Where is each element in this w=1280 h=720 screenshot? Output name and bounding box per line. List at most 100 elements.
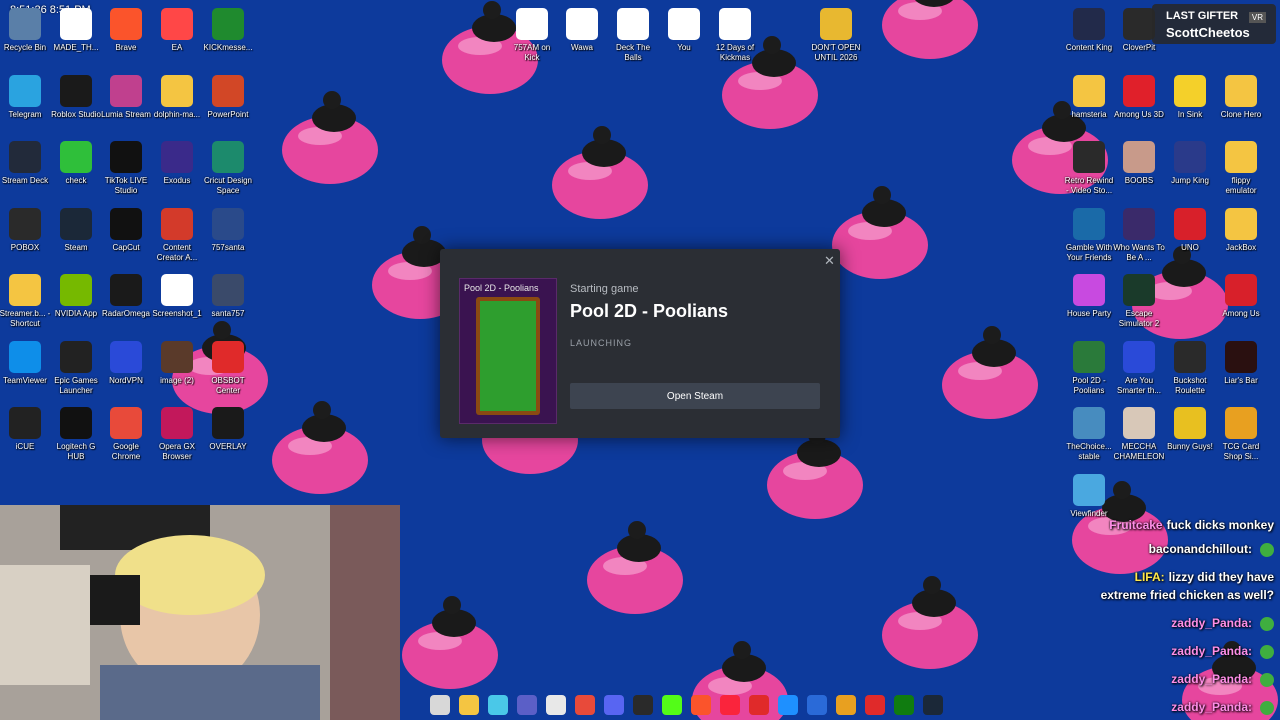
close-icon[interactable]: ✕ [824,253,835,269]
pink-ball-figure [882,576,978,669]
store-icon[interactable] [546,695,566,715]
xbox-icon[interactable] [894,695,914,715]
desktop-icon[interactable]: Retro Rewind - Video Sto... [1063,141,1115,196]
desktop-icon[interactable]: You [658,8,710,53]
steam-icon [60,208,92,240]
desktop-icon[interactable]: Telegram [0,75,51,120]
desktop-icon[interactable]: MADE_TH... [50,8,102,53]
desktop-icon[interactable]: Clone Hero [1215,75,1267,120]
desktop-icon[interactable]: TheChoice... stable [1063,407,1115,462]
desktop-icon[interactable]: Among Us 3D [1113,75,1165,120]
desktop-icon[interactable]: Steam [50,208,102,253]
folder-icon [161,75,193,107]
obsbot-icon[interactable] [749,695,769,715]
desktop-icon[interactable]: POBOX [0,208,51,253]
steam-icon[interactable] [923,695,943,715]
desktop-icon[interactable]: 757santa [202,208,254,253]
desktop-icon[interactable]: OBSBOT Center [202,341,254,396]
desktop-icon[interactable]: NVIDIA App [50,274,102,319]
discord-icon[interactable] [604,695,624,715]
desktop-icon[interactable]: Wawa [556,8,608,53]
desktop-icon[interactable]: TikTok LIVE Studio [100,141,152,196]
kick-icon[interactable] [662,695,682,715]
folder-icon [1225,141,1257,173]
desktop-icon[interactable]: Cricut Design Space [202,141,254,196]
roblox-studio-icon [60,75,92,107]
file-explorer-icon[interactable] [459,695,479,715]
desktop-icon[interactable]: Pool 2D - Poolians [1063,341,1115,396]
desktop-icon[interactable]: Streamer.b... - Shortcut [0,274,51,329]
desktop-icon[interactable]: hamsteria [1063,75,1115,120]
desktop-icon[interactable]: House Party [1063,274,1115,319]
desktop-icon[interactable]: Jump King [1164,141,1216,186]
teams-icon[interactable] [517,695,537,715]
desktop-icon[interactable]: TeamViewer [0,341,51,386]
desktop-icon[interactable]: Deck The Balls [607,8,659,63]
desktop-icon[interactable]: NordVPN [100,341,152,386]
desktop-icon[interactable]: 757AM on Kick [506,8,558,63]
desktop-icon[interactable]: Liar's Bar [1215,341,1267,386]
desktop-icon[interactable]: flippy emulator [1215,141,1267,196]
desktop-icon[interactable]: Are You Smarter th... [1113,341,1165,396]
desktop-icon[interactable]: PowerPoint [202,75,254,120]
pdf-icon [161,208,193,240]
desktop-icon[interactable]: Lumia Stream [100,75,152,120]
desktop-icon[interactable]: iCUE [0,407,51,452]
desktop-icon[interactable]: Opera GX Browser [151,407,203,462]
desktop-icon[interactable]: dolphin-ma... [151,75,203,120]
desktop-icon[interactable]: TCG Card Shop Si... [1215,407,1267,462]
desktop-icon-label: dolphin-ma... [153,110,201,119]
desktop-icon[interactable]: Logitech G HUB [50,407,102,462]
desktop-icon[interactable]: OVERLAY [202,407,254,452]
desktop-icon[interactable]: Content Creator A... [151,208,203,263]
desktop-icon[interactable]: Epic Games Launcher [50,341,102,396]
desktop-icon[interactable]: CapCut [100,208,152,253]
nvidia-icon [60,274,92,306]
desktop-icon[interactable]: Roblox Studio [50,75,102,120]
desktop-icon[interactable]: Buckshot Roulette [1164,341,1216,396]
desktop-icon[interactable]: RadarOmega [100,274,152,319]
desktop-icon[interactable]: Bunny Guys! [1164,407,1216,452]
desktop-icon[interactable]: DON'T OPEN UNTIL 2026 [810,8,862,63]
open-steam-button[interactable]: Open Steam [570,383,820,409]
chrome-icon[interactable] [575,695,595,715]
desktop-icon[interactable]: Screenshot_1 [151,274,203,319]
desktop-icon[interactable]: Exodus [151,141,203,186]
desktop-icon[interactable]: Brave [100,8,152,53]
desktop-icon[interactable]: Among Us [1215,274,1267,319]
copilot-icon[interactable] [488,695,508,715]
desktop-icon[interactable]: Gamble With Your Friends [1063,208,1115,263]
desktop-icon[interactable]: 12 Days of Kickmas [709,8,761,63]
obs-icon[interactable] [633,695,653,715]
game-icon[interactable] [836,695,856,715]
desktop-icon[interactable]: Content King [1063,8,1115,53]
desktop-icon[interactable]: image (2) [151,341,203,386]
desktop-icon[interactable]: check [50,141,102,186]
desktop-icon[interactable]: UNO [1164,208,1216,253]
brave-icon[interactable] [691,695,711,715]
desktop-icon[interactable]: Viewfinder [1063,474,1115,519]
desktop-icon[interactable]: In Sink [1164,75,1216,120]
desktop-icon[interactable]: Escape Simulator 2 [1113,274,1165,329]
logitech-icon [60,407,92,439]
desktop-icon[interactable]: JackBox [1215,208,1267,253]
desktop-icon[interactable]: Google Chrome [100,407,152,462]
image-icon [212,208,244,240]
desktop-icon[interactable]: Recycle Bin [0,8,51,53]
epic-games-icon [60,341,92,373]
help-icon[interactable] [778,695,798,715]
chat-username: zaddy_Panda: [1171,644,1252,658]
music-icon[interactable] [720,695,740,715]
desktop-icon[interactable]: BOOBS [1113,141,1165,186]
desktop-icon[interactable]: EA [151,8,203,53]
vr-badge: VR [1248,12,1266,23]
desktop-icon-label: 757AM on Kick [513,43,551,62]
desktop-icon[interactable]: KICKmesse... [202,8,254,53]
record-icon[interactable] [865,695,885,715]
desktop-icon[interactable]: MECCHA CHAMELEON [1113,407,1165,462]
desktop-icon[interactable]: Stream Deck [0,141,51,186]
desktop-icon[interactable]: santa757 [202,274,254,319]
search-icon[interactable] [430,695,450,715]
snipping-tool-icon[interactable] [807,695,827,715]
desktop-icon[interactable]: Who Wants To Be A ... [1113,208,1165,263]
